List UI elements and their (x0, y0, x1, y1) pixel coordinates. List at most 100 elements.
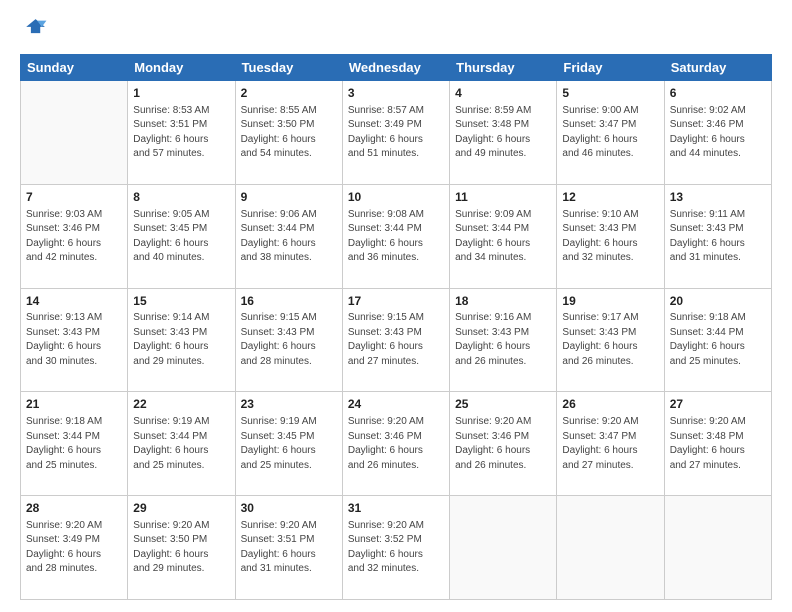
day-info: Sunrise: 9:15 AM Sunset: 3:43 PM Dayligh… (241, 311, 337, 369)
day-info: Sunrise: 9:17 AM Sunset: 3:43 PM Dayligh… (562, 311, 658, 369)
day-info: Sunrise: 9:10 AM Sunset: 3:43 PM Dayligh… (562, 208, 658, 266)
day-number: 24 (348, 396, 444, 413)
day-info: Sunrise: 9:19 AM Sunset: 3:44 PM Dayligh… (133, 415, 229, 473)
day-info: Sunrise: 9:20 AM Sunset: 3:47 PM Dayligh… (562, 415, 658, 473)
day-number: 8 (133, 189, 229, 206)
day-number: 9 (241, 189, 337, 206)
logo (20, 16, 52, 44)
calendar-cell (21, 81, 128, 185)
day-number: 17 (348, 293, 444, 310)
calendar-cell: 29 Sunrise: 9:20 AM Sunset: 3:50 PM Dayli… (128, 496, 235, 600)
weekday-header: Saturday (664, 55, 771, 81)
calendar-cell: 23 Sunrise: 9:19 AM Sunset: 3:45 PM Dayli… (235, 392, 342, 496)
day-number: 30 (241, 500, 337, 517)
day-number: 19 (562, 293, 658, 310)
day-number: 25 (455, 396, 551, 413)
calendar-cell: 21 Sunrise: 9:18 AM Sunset: 3:44 PM Dayli… (21, 392, 128, 496)
calendar-cell: 31Sunrise: 9:20 AM Sunset: 3:52 PM Dayli… (342, 496, 449, 600)
calendar-cell: 13 Sunrise: 9:11 AM Sunset: 3:43 PM Dayli… (664, 184, 771, 288)
weekday-header: Wednesday (342, 55, 449, 81)
day-number: 3 (348, 85, 444, 102)
day-info: Sunrise: 9:09 AM Sunset: 3:44 PM Dayligh… (455, 208, 551, 266)
day-number: 21 (26, 396, 122, 413)
day-number: 18 (455, 293, 551, 310)
day-number: 6 (670, 85, 766, 102)
calendar-cell: 19Sunrise: 9:17 AM Sunset: 3:43 PM Dayli… (557, 288, 664, 392)
day-info: Sunrise: 9:20 AM Sunset: 3:49 PM Dayligh… (26, 519, 122, 577)
calendar-cell: 27Sunrise: 9:20 AM Sunset: 3:48 PM Dayli… (664, 392, 771, 496)
day-number: 4 (455, 85, 551, 102)
calendar-cell: 4 Sunrise: 8:59 AM Sunset: 3:48 PM Daylig… (450, 81, 557, 185)
day-number: 13 (670, 189, 766, 206)
calendar-cell: 22 Sunrise: 9:19 AM Sunset: 3:44 PM Dayli… (128, 392, 235, 496)
page: SundayMondayTuesdayWednesdayThursdayFrid… (0, 0, 792, 612)
calendar-cell: 16Sunrise: 9:15 AM Sunset: 3:43 PM Dayli… (235, 288, 342, 392)
day-info: Sunrise: 9:20 AM Sunset: 3:46 PM Dayligh… (348, 415, 444, 473)
day-info: Sunrise: 8:55 AM Sunset: 3:50 PM Dayligh… (241, 104, 337, 162)
weekday-header: Tuesday (235, 55, 342, 81)
day-info: Sunrise: 9:20 AM Sunset: 3:46 PM Dayligh… (455, 415, 551, 473)
day-number: 29 (133, 500, 229, 517)
day-number: 14 (26, 293, 122, 310)
calendar-cell: 6 Sunrise: 9:02 AM Sunset: 3:46 PM Daylig… (664, 81, 771, 185)
calendar-cell: 1 Sunrise: 8:53 AM Sunset: 3:51 PM Daylig… (128, 81, 235, 185)
calendar-cell: 25 Sunrise: 9:20 AM Sunset: 3:46 PM Dayli… (450, 392, 557, 496)
day-number: 2 (241, 85, 337, 102)
calendar-cell: 10Sunrise: 9:08 AM Sunset: 3:44 PM Dayli… (342, 184, 449, 288)
day-number: 23 (241, 396, 337, 413)
day-number: 15 (133, 293, 229, 310)
day-info: Sunrise: 9:11 AM Sunset: 3:43 PM Dayligh… (670, 208, 766, 266)
day-info: Sunrise: 9:20 AM Sunset: 3:51 PM Dayligh… (241, 519, 337, 577)
day-info: Sunrise: 9:13 AM Sunset: 3:43 PM Dayligh… (26, 311, 122, 369)
calendar-cell (557, 496, 664, 600)
day-info: Sunrise: 9:18 AM Sunset: 3:44 PM Dayligh… (26, 415, 122, 473)
day-number: 1 (133, 85, 229, 102)
calendar-cell: 17Sunrise: 9:15 AM Sunset: 3:43 PM Dayli… (342, 288, 449, 392)
day-info: Sunrise: 9:20 AM Sunset: 3:50 PM Dayligh… (133, 519, 229, 577)
logo-icon (20, 16, 48, 44)
calendar-cell (664, 496, 771, 600)
day-info: Sunrise: 9:05 AM Sunset: 3:45 PM Dayligh… (133, 208, 229, 266)
calendar-cell: 7 Sunrise: 9:03 AM Sunset: 3:46 PM Daylig… (21, 184, 128, 288)
day-info: Sunrise: 9:20 AM Sunset: 3:52 PM Dayligh… (348, 519, 444, 577)
weekday-header: Sunday (21, 55, 128, 81)
calendar-cell: 12 Sunrise: 9:10 AM Sunset: 3:43 PM Dayli… (557, 184, 664, 288)
calendar-cell: 14Sunrise: 9:13 AM Sunset: 3:43 PM Dayli… (21, 288, 128, 392)
calendar-cell: 15Sunrise: 9:14 AM Sunset: 3:43 PM Dayli… (128, 288, 235, 392)
day-info: Sunrise: 9:14 AM Sunset: 3:43 PM Dayligh… (133, 311, 229, 369)
calendar-cell: 30 Sunrise: 9:20 AM Sunset: 3:51 PM Dayli… (235, 496, 342, 600)
day-info: Sunrise: 9:02 AM Sunset: 3:46 PM Dayligh… (670, 104, 766, 162)
day-info: Sunrise: 8:59 AM Sunset: 3:48 PM Dayligh… (455, 104, 551, 162)
day-info: Sunrise: 9:18 AM Sunset: 3:44 PM Dayligh… (670, 311, 766, 369)
day-info: Sunrise: 9:19 AM Sunset: 3:45 PM Dayligh… (241, 415, 337, 473)
day-info: Sunrise: 8:53 AM Sunset: 3:51 PM Dayligh… (133, 104, 229, 162)
calendar-cell: 3 Sunrise: 8:57 AM Sunset: 3:49 PM Daylig… (342, 81, 449, 185)
day-info: Sunrise: 9:15 AM Sunset: 3:43 PM Dayligh… (348, 311, 444, 369)
calendar-cell: 18Sunrise: 9:16 AM Sunset: 3:43 PM Dayli… (450, 288, 557, 392)
weekday-header: Monday (128, 55, 235, 81)
calendar-cell: 9 Sunrise: 9:06 AM Sunset: 3:44 PM Daylig… (235, 184, 342, 288)
day-number: 12 (562, 189, 658, 206)
day-info: Sunrise: 9:03 AM Sunset: 3:46 PM Dayligh… (26, 208, 122, 266)
day-number: 27 (670, 396, 766, 413)
day-number: 22 (133, 396, 229, 413)
day-info: Sunrise: 9:00 AM Sunset: 3:47 PM Dayligh… (562, 104, 658, 162)
day-number: 20 (670, 293, 766, 310)
day-info: Sunrise: 9:16 AM Sunset: 3:43 PM Dayligh… (455, 311, 551, 369)
calendar-cell: 20Sunrise: 9:18 AM Sunset: 3:44 PM Dayli… (664, 288, 771, 392)
day-number: 7 (26, 189, 122, 206)
calendar-cell: 11Sunrise: 9:09 AM Sunset: 3:44 PM Dayli… (450, 184, 557, 288)
day-info: Sunrise: 9:08 AM Sunset: 3:44 PM Dayligh… (348, 208, 444, 266)
weekday-header: Thursday (450, 55, 557, 81)
day-info: Sunrise: 8:57 AM Sunset: 3:49 PM Dayligh… (348, 104, 444, 162)
calendar-cell: 28 Sunrise: 9:20 AM Sunset: 3:49 PM Dayli… (21, 496, 128, 600)
weekday-header: Friday (557, 55, 664, 81)
calendar-cell (450, 496, 557, 600)
calendar-cell: 8 Sunrise: 9:05 AM Sunset: 3:45 PM Daylig… (128, 184, 235, 288)
day-number: 5 (562, 85, 658, 102)
day-number: 16 (241, 293, 337, 310)
calendar-cell: 24 Sunrise: 9:20 AM Sunset: 3:46 PM Dayli… (342, 392, 449, 496)
calendar-cell: 26Sunrise: 9:20 AM Sunset: 3:47 PM Dayli… (557, 392, 664, 496)
day-info: Sunrise: 9:06 AM Sunset: 3:44 PM Dayligh… (241, 208, 337, 266)
day-number: 28 (26, 500, 122, 517)
